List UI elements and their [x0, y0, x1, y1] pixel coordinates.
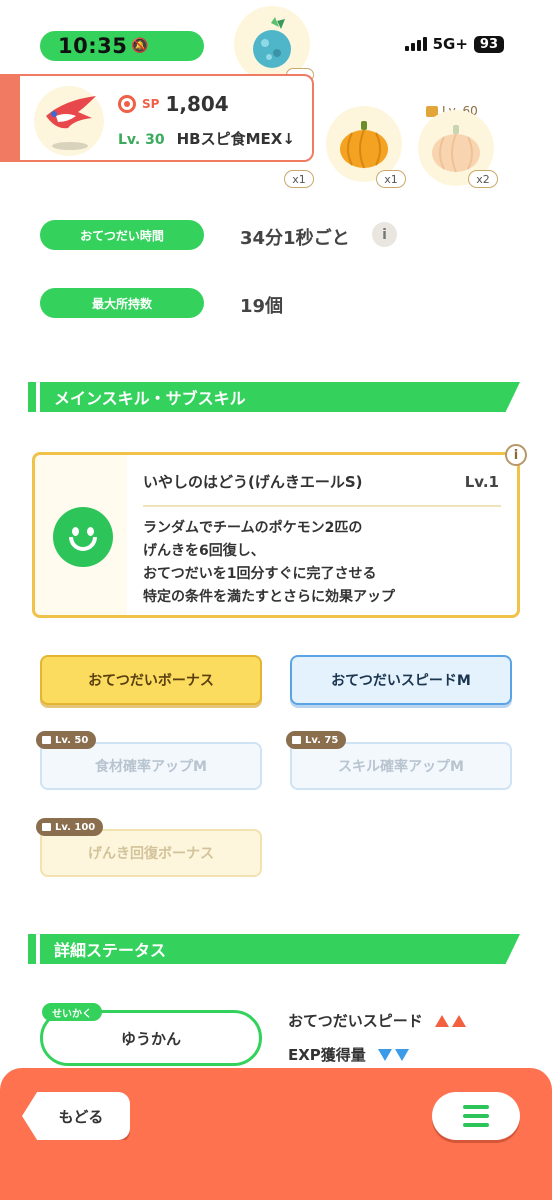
card-accent-bar: [0, 76, 20, 160]
pokeball-icon: [118, 95, 136, 113]
main-skill-card[interactable]: いやしのはどう(げんきエールS) Lv.1 ランダムでチームのポケモン2匹の げ…: [32, 452, 520, 618]
subskill-lock-tag: Lv. 100: [36, 818, 104, 836]
nature-effect-up: おてつだいスピード: [288, 1010, 466, 1031]
sp-value: 1,804: [165, 92, 229, 116]
nature-effect-down: EXP獲得量: [288, 1044, 409, 1065]
up-arrows-icon: [434, 1014, 466, 1027]
ingredient-count: x1: [284, 170, 314, 188]
smile-icon: [53, 507, 113, 567]
help-time-label: おてつだい時間: [40, 220, 204, 250]
latias-icon: [46, 96, 96, 150]
bell-muted-icon: 🔕: [131, 38, 149, 54]
pokemon-nickname: HBスピ食MEX↓: [176, 130, 295, 148]
main-skill-level: Lv.1: [464, 473, 499, 491]
level-row: Lv. 30 HBスピ食MEX↓: [118, 128, 295, 149]
description-line: 特定の条件を満たすとさらに効果アップ: [143, 589, 395, 605]
menu-icon: [463, 1105, 489, 1109]
status-indicators: 5G+ 93: [404, 35, 504, 53]
down-arrows-icon: [377, 1048, 409, 1061]
pokemon-portrait: [34, 86, 104, 156]
pokemon-level: Lv. 30: [118, 132, 165, 148]
max-carry-label: 最大所持数: [40, 288, 204, 318]
strength-row: SP 1,804: [118, 92, 229, 116]
signal-icon: [404, 37, 427, 51]
main-skill-description: ランダムでチームのポケモン2匹の げんきを6回復し、 おてつだいを1回分すぐに完…: [143, 517, 395, 609]
subskill-locked-button[interactable]: スキル確率アップM: [290, 742, 512, 790]
lock-level-text: Lv. 75: [305, 734, 339, 746]
description-line: ランダムでチームのポケモン2匹の: [143, 520, 363, 536]
section-title: 詳細ステータス: [40, 934, 520, 964]
subskill-locked-button[interactable]: 食材確率アップM: [40, 742, 262, 790]
effect-label: おてつだいスピード: [288, 1012, 423, 1030]
section-title: メインスキル・サブスキル: [40, 382, 520, 412]
help-time-value: 34分1秒ごと: [240, 228, 350, 249]
description-line: おてつだいを1回分すぐに完了させる: [143, 566, 377, 582]
teal-gem-icon: [253, 17, 291, 68]
effect-label: EXP獲得量: [288, 1046, 366, 1064]
lock-level-text: Lv. 50: [55, 734, 89, 746]
pokemon-summary-card[interactable]: SP 1,804 Lv. 30 HBスピ食MEX↓: [0, 74, 314, 162]
pumpkin-icon: [432, 125, 480, 173]
lock-icon: [292, 736, 301, 744]
main-skill-name: いやしのはどう(げんきエールS): [143, 473, 363, 491]
details-section-header: 詳細ステータス: [28, 934, 520, 964]
pumpkin-icon: [340, 121, 388, 169]
ingredient-count: x2: [468, 170, 498, 188]
description-line: げんきを6回復し、: [143, 543, 265, 559]
status-time: 10:35: [58, 34, 128, 58]
sp-label: SP: [142, 97, 160, 111]
ingredient-count: x1: [376, 170, 406, 188]
subskill-button[interactable]: おてつだいスピードM: [290, 655, 512, 705]
skills-section-header: メインスキル・サブスキル: [28, 382, 520, 412]
main-skill-info-icon[interactable]: i: [505, 444, 527, 466]
menu-button[interactable]: [432, 1092, 520, 1140]
nature-tag: せいかく: [42, 1003, 102, 1021]
lock-level-text: Lv. 100: [55, 821, 96, 833]
subskill-button[interactable]: おてつだいボーナス: [40, 655, 262, 705]
lock-icon: [42, 736, 51, 744]
info-icon[interactable]: i: [372, 222, 397, 247]
subskill-lock-tag: Lv. 75: [286, 731, 347, 749]
subskill-locked-button[interactable]: げんき回復ボーナス: [40, 829, 262, 877]
battery-level: 93: [473, 35, 504, 53]
lock-icon: [42, 823, 51, 831]
max-carry-value: 19個: [240, 296, 284, 317]
status-time-pill: 10:35 🔕: [40, 31, 204, 61]
network-type: 5G+: [432, 35, 468, 53]
subskill-lock-tag: Lv. 50: [36, 731, 97, 749]
divider: [143, 505, 501, 507]
back-button[interactable]: もどる: [22, 1092, 130, 1140]
